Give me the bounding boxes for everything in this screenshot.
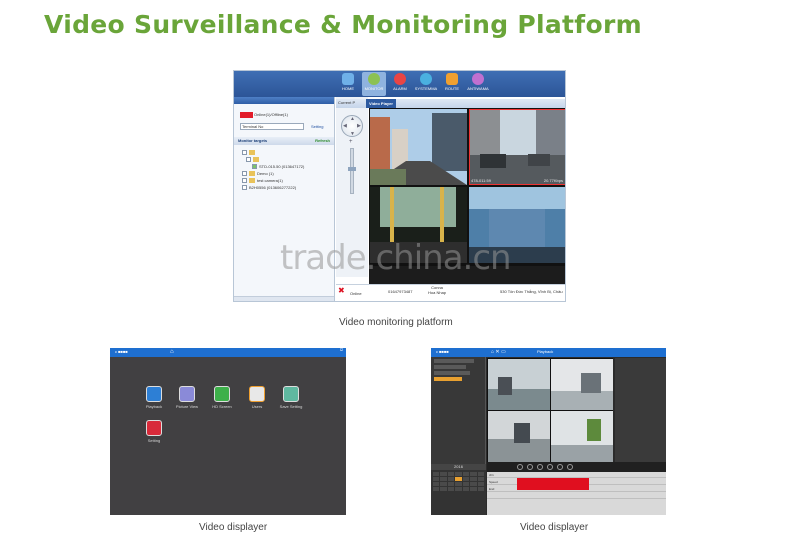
save-setting-icon bbox=[283, 386, 299, 402]
app-users[interactable]: Users bbox=[243, 386, 271, 409]
users-icon bbox=[249, 386, 265, 402]
left-panel-header bbox=[234, 97, 334, 104]
caption-displayer-right: Video displayer bbox=[520, 522, 589, 533]
calendar[interactable]: 2016 bbox=[431, 464, 486, 515]
zoom-slider[interactable] bbox=[348, 148, 356, 194]
setting-link[interactable]: Setting bbox=[311, 124, 323, 129]
playback-timeline[interactable]: ch1 Speed End bbox=[487, 472, 666, 515]
app-hd-screen[interactable]: HD Screen bbox=[208, 386, 236, 409]
app-save-setting[interactable]: Save Setting bbox=[277, 386, 305, 409]
antenna-icon bbox=[472, 73, 484, 85]
folder-icon bbox=[253, 157, 259, 162]
recording-segment[interactable] bbox=[517, 478, 589, 490]
home-icon[interactable]: ⌂ bbox=[170, 349, 174, 355]
video-feed-1[interactable] bbox=[370, 109, 467, 185]
alarm-icon bbox=[394, 73, 406, 85]
power-icon[interactable]: ⏻ bbox=[340, 348, 343, 352]
app-picture-view[interactable]: Picture View bbox=[173, 386, 201, 409]
nav-system[interactable]: SYSTEMMA bbox=[414, 72, 438, 96]
playback-feed-1[interactable] bbox=[488, 359, 550, 410]
displayer-title-bar: ᴄ ■■■■ ⌂ ⏻ bbox=[110, 348, 346, 357]
tree-item[interactable]: STD-015.50 (013647172) bbox=[242, 163, 304, 170]
previous-icon[interactable] bbox=[527, 464, 533, 470]
zoom-in-icon[interactable]: + bbox=[349, 139, 353, 145]
city-street-image bbox=[370, 109, 467, 185]
tab-video-player[interactable]: Video Player bbox=[366, 99, 396, 108]
nav-alarm[interactable]: ALARM bbox=[388, 72, 412, 96]
tree-item-selected[interactable] bbox=[434, 377, 462, 381]
horizontal-scrollbar[interactable] bbox=[234, 296, 334, 301]
nav-antenna[interactable]: ANTIWAMA bbox=[466, 72, 490, 96]
arrow-up-icon[interactable]: ▲ bbox=[350, 116, 355, 122]
picture-view-icon bbox=[179, 386, 195, 402]
toolbar-icons[interactable]: ⌂ ✕ ▭ bbox=[491, 349, 506, 355]
calendar-grid[interactable] bbox=[431, 470, 486, 493]
playback-title-bar: ᴄ ■■■■ ⌂ ✕ ▭ Playback bbox=[431, 348, 666, 357]
app-setting[interactable]: Setting bbox=[140, 420, 168, 443]
playback-side-panel bbox=[615, 358, 666, 462]
monitor-targets-header: Monitor targets Refresh bbox=[234, 137, 334, 145]
monitor-icon bbox=[368, 73, 380, 85]
home-icon bbox=[342, 73, 354, 85]
watermark: trade.china.cn bbox=[280, 238, 512, 278]
channel-tree bbox=[431, 357, 486, 464]
next-icon[interactable] bbox=[557, 464, 563, 470]
device-tree: STD-015.50 (013647172) Demo (1) test cam… bbox=[242, 149, 304, 191]
playback-controls bbox=[487, 462, 666, 472]
playback-feed-2[interactable] bbox=[551, 359, 613, 410]
nav-home[interactable]: HOME bbox=[336, 72, 360, 96]
playback-icon bbox=[146, 386, 162, 402]
folder-icon bbox=[249, 150, 255, 155]
rewind-icon[interactable] bbox=[517, 464, 523, 470]
terminal-select[interactable]: Terminal No bbox=[240, 123, 304, 130]
app-playback[interactable]: Playback bbox=[140, 386, 168, 409]
arrow-right-icon[interactable]: ▶ bbox=[357, 123, 361, 129]
tab-strip: Current P Video Player bbox=[336, 99, 565, 108]
offline-x-icon: ✖ bbox=[338, 286, 345, 295]
tree-item[interactable]: B2H0556 (013606277222) bbox=[242, 184, 304, 191]
tree-item[interactable] bbox=[242, 149, 304, 156]
folder-icon bbox=[249, 171, 255, 176]
caption-displayer-left: Video displayer bbox=[199, 522, 268, 533]
app-logo: ᴄ ■■■■ bbox=[115, 349, 128, 354]
hd-screen-icon bbox=[214, 386, 230, 402]
tree-item[interactable] bbox=[242, 156, 304, 163]
top-nav-bar: HOME MONITOR ALARM SYSTEMMA ROUTE ANTIWA… bbox=[234, 71, 565, 97]
ptz-joystick[interactable]: ▲ ▼ ◀ ▶ bbox=[341, 115, 363, 137]
nav-monitor[interactable]: MONITOR bbox=[362, 72, 386, 96]
arrow-down-icon[interactable]: ▼ bbox=[350, 131, 355, 137]
page-title: Video Surveillance & Monitoring Platform bbox=[44, 10, 642, 39]
fast-forward-icon[interactable] bbox=[567, 464, 573, 470]
playback-feed-3[interactable] bbox=[488, 411, 550, 462]
vehicle-status-row[interactable]: Online 01647973487 Conna Hoa Nhap 530 Tôn… bbox=[336, 284, 565, 301]
refresh-button[interactable]: Refresh bbox=[315, 137, 330, 145]
tree-item[interactable]: Demo (1) bbox=[242, 170, 304, 177]
tree-item[interactable] bbox=[434, 365, 466, 369]
caption-monitoring: Video monitoring platform bbox=[339, 317, 453, 328]
playback-screenshot: ᴄ ■■■■ ⌂ ✕ ▭ Playback 2016 ch1 Speed End bbox=[431, 348, 666, 515]
gear-icon bbox=[420, 73, 432, 85]
arrow-left-icon[interactable]: ◀ bbox=[343, 123, 347, 129]
playback-feed-4[interactable] bbox=[551, 411, 613, 462]
playback-video-grid bbox=[487, 358, 613, 462]
video-feed-2[interactable]: 478-011:59 20.77Kbps bbox=[469, 109, 565, 185]
online-status: Online(1)/Offline(1) bbox=[240, 111, 288, 118]
tree-item[interactable]: test camera(1) bbox=[242, 177, 304, 184]
route-icon bbox=[446, 73, 458, 85]
nav-route[interactable]: ROUTE bbox=[440, 72, 464, 96]
settings-gear-icon bbox=[146, 420, 162, 436]
tree-item[interactable] bbox=[434, 371, 470, 375]
road-traffic-image bbox=[470, 110, 565, 184]
zoom-slider-knob[interactable] bbox=[348, 167, 356, 171]
status-red-indicator bbox=[240, 111, 253, 118]
app-logo: ᴄ ■■■■ bbox=[436, 349, 449, 354]
folder-icon bbox=[249, 178, 255, 183]
play-icon[interactable] bbox=[537, 464, 543, 470]
displayer-home-screenshot: ᴄ ■■■■ ⌂ ⏻ Playback Picture View HD Scre… bbox=[110, 348, 346, 515]
tab-current[interactable]: Current P bbox=[338, 100, 355, 105]
pause-icon[interactable] bbox=[547, 464, 553, 470]
tree-item[interactable] bbox=[434, 359, 474, 363]
